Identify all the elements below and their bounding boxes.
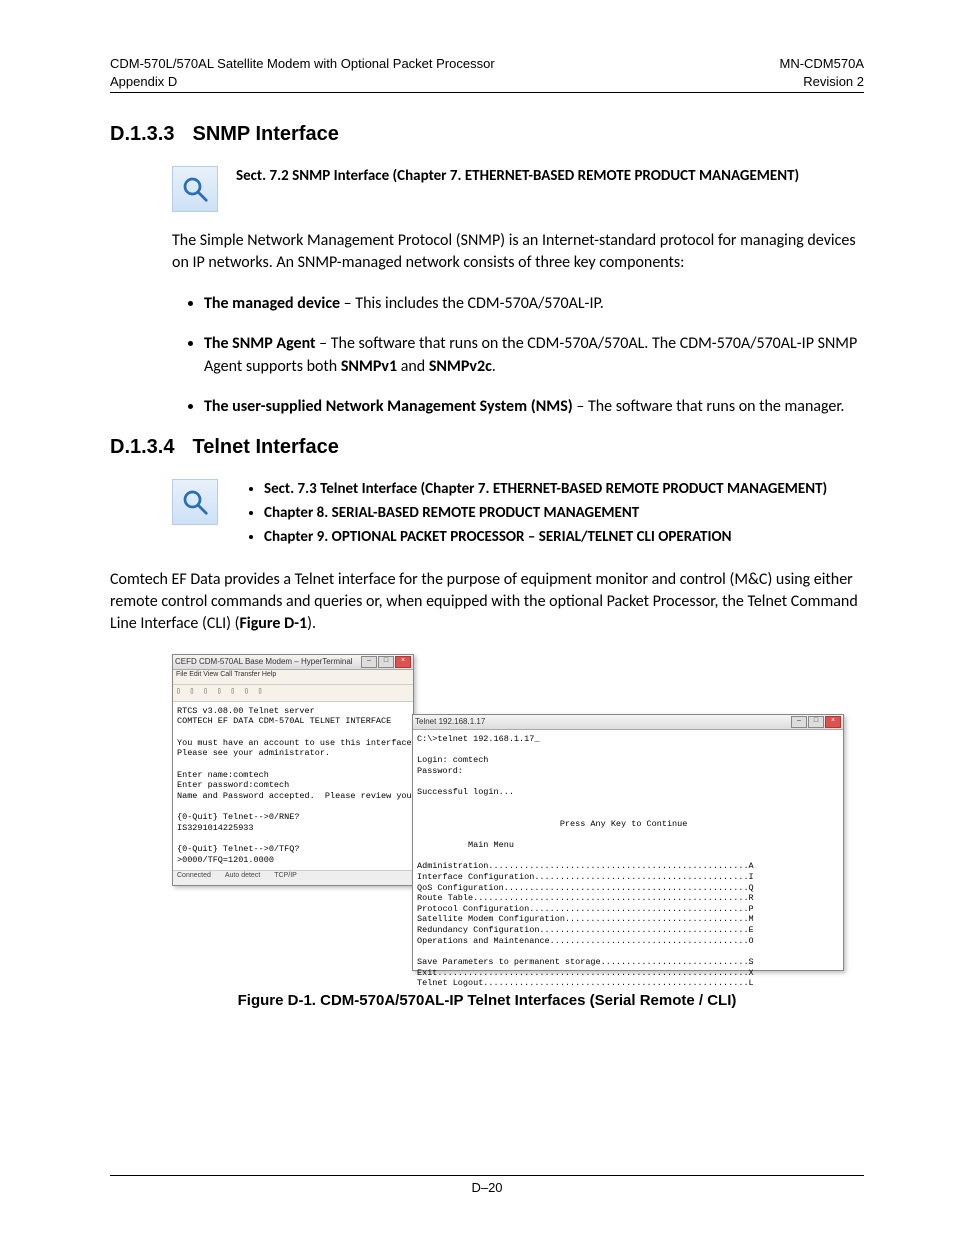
close-icon[interactable]: × [395,656,411,668]
maximize-icon[interactable]: □ [378,656,394,668]
title-bar: Telnet 192.168.1.17 – □ × [413,715,843,730]
telnet-cli-window: Telnet 192.168.1.17 – □ × C:\>telnet 192… [412,714,844,971]
window-title: CEFD CDM-570AL Base Modem – HyperTermina… [175,657,353,666]
figure-d1: CEFD CDM-570AL Base Modem – HyperTermina… [172,654,864,974]
minimize-icon[interactable]: – [791,716,807,728]
terminal-body: RTCS v3.08.00 Telnet server COMTECH EF D… [173,702,413,891]
window-title: Telnet 192.168.1.17 [415,717,485,726]
magnifier-icon [172,166,218,212]
bullet-snmp-agent: The SNMP Agent – The software that runs … [204,333,864,378]
header-right-line1: MN-CDM570A [779,55,864,73]
header-right-line2: Revision 2 [779,73,864,91]
callout-refs-d134: Sect. 7.3 Telnet Interface (Chapter 7. E… [236,479,827,550]
page-header: CDM-570L/570AL Satellite Modem with Opti… [110,55,864,93]
intro-paragraph-d134: Comtech EF Data provides a Telnet interf… [110,569,864,636]
magnifier-icon [172,479,218,525]
header-left-line2: Appendix D [110,73,495,91]
page-number: D–20 [471,1180,502,1195]
callout-ref-d133: Sect. 7.2 SNMP Interface (Chapter 7. ETH… [236,166,799,212]
bullet-list-d133: The managed device – This includes the C… [172,293,864,419]
intro-paragraph-d133: The Simple Network Management Protocol (… [172,230,864,275]
minimize-icon[interactable]: – [361,656,377,668]
toolbar[interactable]: ▯ ▯ ▯ ▯ ▯ ▯ ▯ [173,685,413,702]
callout-d134: Sect. 7.3 Telnet Interface (Chapter 7. E… [172,479,864,550]
menu-bar[interactable]: File Edit View Call Transfer Help [173,670,413,685]
terminal-body: C:\>telnet 192.168.1.17_ Login: comtech … [413,730,843,993]
ref-item: Chapter 9. OPTIONAL PACKET PROCESSOR – S… [264,527,827,549]
bullet-managed-device: The managed device – This includes the C… [204,293,864,315]
maximize-icon[interactable]: □ [808,716,824,728]
header-left-line1: CDM-570L/570AL Satellite Modem with Opti… [110,55,495,73]
page: CDM-570L/570AL Satellite Modem with Opti… [0,0,954,1235]
callout-d133: Sect. 7.2 SNMP Interface (Chapter 7. ETH… [172,166,864,212]
section-heading-d134: D.1.3.4Telnet Interface [110,436,864,459]
hyperterminal-window: CEFD CDM-570AL Base Modem – HyperTermina… [172,654,414,886]
close-icon[interactable]: × [825,716,841,728]
section-heading-d133: D.1.3.3SNMP Interface [110,123,864,146]
figure-caption: Figure D-1. CDM-570A/570AL-IP Telnet Int… [110,992,864,1009]
status-bar: Connected Auto detect TCP/IP [173,870,413,885]
page-footer: D–20 [110,1175,864,1195]
ref-item: Sect. 7.3 Telnet Interface (Chapter 7. E… [264,479,827,501]
ref-item: Chapter 8. SERIAL-BASED REMOTE PRODUCT M… [264,503,827,525]
title-bar: CEFD CDM-570AL Base Modem – HyperTermina… [173,655,413,670]
bullet-nms: The user-supplied Network Management Sys… [204,396,864,418]
